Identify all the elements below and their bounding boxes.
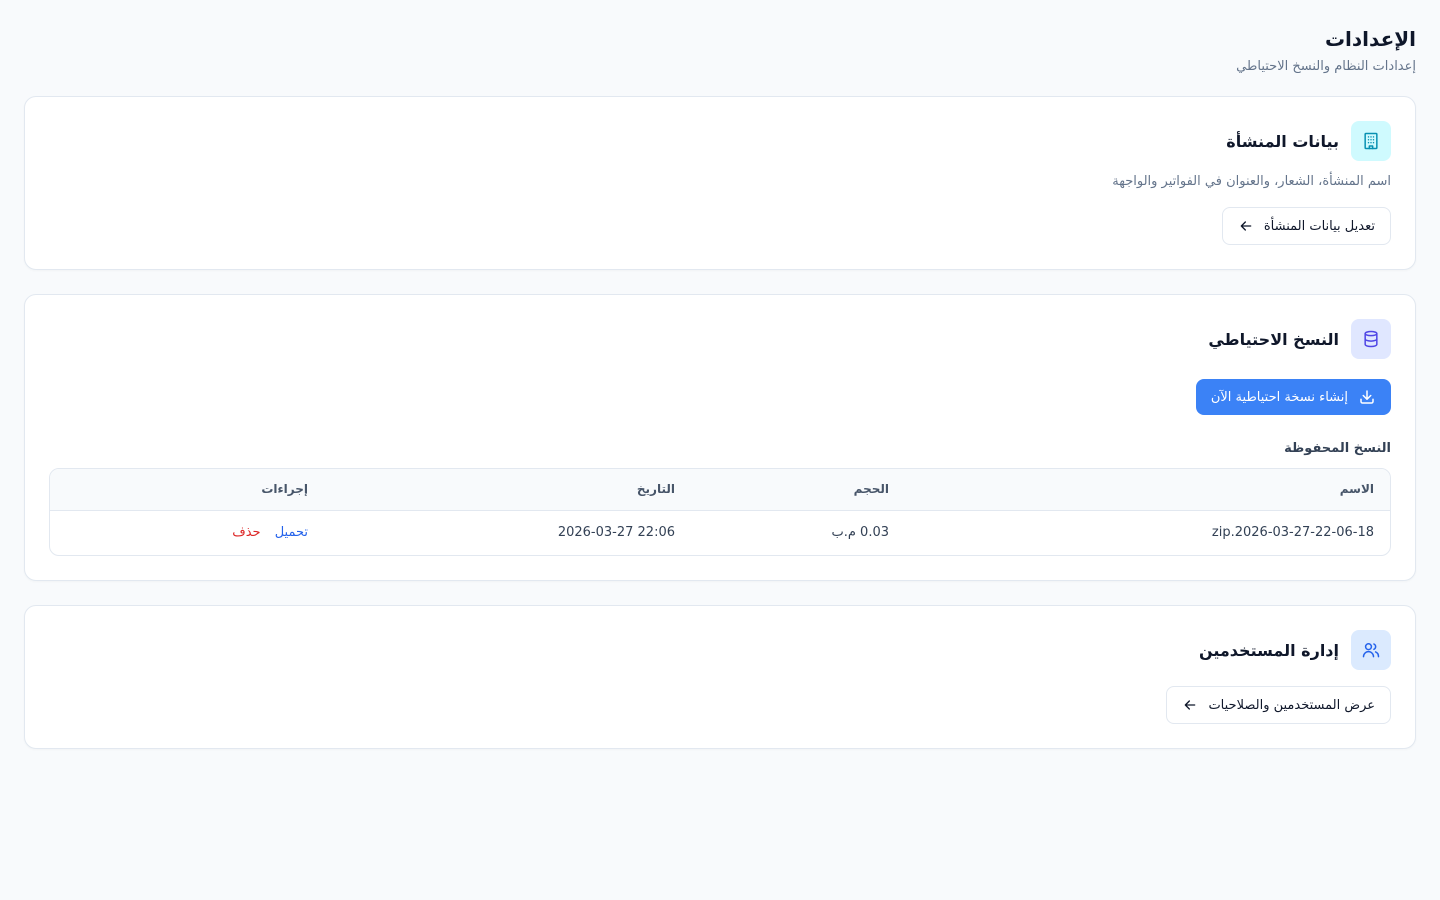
backup-card: النسخ الاحتياطي إنشاء نسخة احتياطية الآن…	[24, 294, 1416, 581]
view-users-label: عرض المستخدمين والصلاحيات	[1208, 697, 1375, 713]
users-card-header: إدارة المستخدمين	[49, 630, 1391, 670]
edit-organization-button[interactable]: تعديل بيانات المنشأة	[1221, 207, 1391, 245]
create-backup-button[interactable]: إنشاء نسخة احتياطية الآن	[1195, 379, 1391, 415]
users-icon	[1351, 630, 1391, 670]
delete-backup-link[interactable]: حذف	[232, 525, 260, 540]
organization-card: بيانات المنشأة اسم المنشأة، الشعار، والع…	[24, 96, 1416, 270]
view-users-button[interactable]: عرض المستخدمين والصلاحيات	[1166, 686, 1391, 724]
edit-organization-label: تعديل بيانات المنشأة	[1263, 218, 1375, 234]
download-icon	[1360, 390, 1374, 404]
backup-title: النسخ الاحتياطي	[1208, 329, 1339, 349]
settings-page: الإعدادات إعدادات النظام والنسخ الاحتياط…	[0, 0, 1440, 900]
arrow-left-icon	[1240, 221, 1252, 231]
organization-card-header: بيانات المنشأة	[49, 121, 1391, 161]
page-title: الإعدادات	[1324, 27, 1416, 51]
page-header: الإعدادات إعدادات النظام والنسخ الاحتياط…	[24, 26, 1416, 76]
column-header-size: الحجم	[691, 469, 905, 511]
backup-date: 2026-03-27 22:06	[557, 525, 675, 541]
arrow-left-icon	[1185, 700, 1196, 710]
users-title: إدارة المستخدمين	[1198, 640, 1339, 660]
backup-size-cell: 0.03 م.ب	[691, 510, 905, 555]
backup-card-header: النسخ الاحتياطي	[49, 319, 1391, 359]
backup-size: 0.03 م.ب	[831, 525, 889, 541]
saved-backups-label: النسخ المحفوظة	[1284, 441, 1391, 456]
backups-table: الاسم الحجم التاريخ إجراءات zip.2026-03-…	[50, 469, 1390, 555]
backup-actions-cell: تحميل حذف	[50, 510, 324, 555]
database-icon	[1351, 319, 1391, 359]
column-header-date: التاريخ	[324, 469, 691, 511]
create-backup-label: إنشاء نسخة احتياطية الآن	[1210, 389, 1348, 405]
page-subtitle: إعدادات النظام والنسخ الاحتياطي	[1236, 59, 1416, 74]
table-row: zip.2026-03-27-22-06-18 0.03 م.ب 2026-03…	[50, 510, 1390, 555]
users-card: إدارة المستخدمين عرض المستخدمين والصلاحي…	[24, 605, 1416, 749]
download-backup-link[interactable]: تحميل	[275, 525, 308, 540]
organization-title: بيانات المنشأة	[1226, 131, 1339, 151]
backup-name: zip.2026-03-27-22-06-18	[1211, 525, 1374, 541]
organization-description: اسم المنشأة، الشعار، والعنوان في الفواتي…	[1112, 174, 1391, 189]
backups-table-wrapper: الاسم الحجم التاريخ إجراءات zip.2026-03-…	[49, 468, 1391, 556]
table-header-row: الاسم الحجم التاريخ إجراءات	[50, 469, 1390, 511]
backup-name-cell: zip.2026-03-27-22-06-18	[905, 510, 1390, 555]
building-icon	[1351, 121, 1391, 161]
column-header-actions: إجراءات	[50, 469, 324, 511]
column-header-name: الاسم	[905, 469, 1390, 511]
backup-date-cell: 2026-03-27 22:06	[324, 510, 691, 555]
